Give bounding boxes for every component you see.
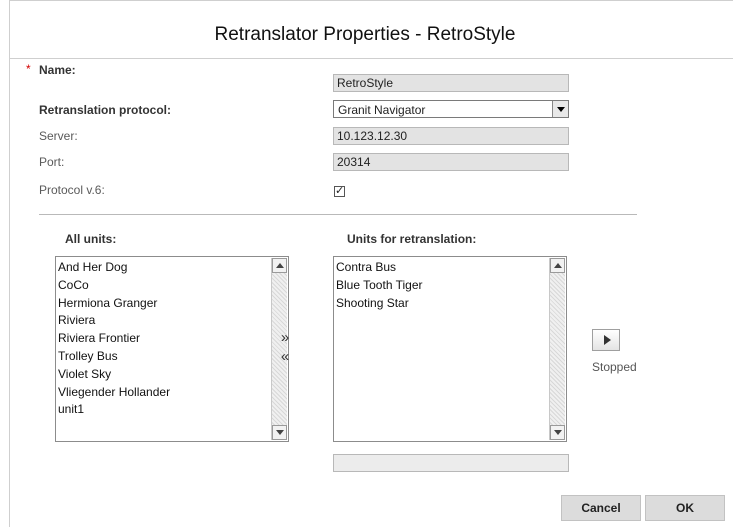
- list-item[interactable]: Contra Bus: [336, 259, 548, 277]
- all-units-list[interactable]: And Her Dog CoCo Hermiona Granger Riviera Ri…: [55, 256, 289, 442]
- all-units-header: All units:: [65, 232, 117, 246]
- list-item[interactable]: Violet Sky: [58, 366, 270, 384]
- add-to-retranslation-button[interactable]: »: [278, 329, 292, 346]
- progress-bar: [333, 454, 569, 472]
- cancel-button[interactable]: Cancel: [561, 495, 641, 521]
- name-label: Name:: [39, 63, 76, 77]
- list-item[interactable]: Riviera Frontier: [58, 330, 270, 348]
- ok-button[interactable]: OK: [645, 495, 725, 521]
- start-button[interactable]: [592, 329, 620, 351]
- scroll-up-arrow-icon[interactable]: [550, 258, 565, 273]
- remove-from-retranslation-button[interactable]: «: [278, 348, 292, 365]
- required-marker: *: [26, 62, 31, 76]
- retranslation-units-items: Contra Bus Blue Tooth Tiger Shooting Star: [336, 259, 548, 312]
- list-item[interactable]: Trolley Bus: [58, 348, 270, 366]
- scroll-down-arrow-icon[interactable]: [550, 425, 565, 440]
- protocol-label: Retranslation protocol:: [39, 103, 172, 117]
- list-item[interactable]: Hermiona Granger: [58, 295, 270, 313]
- dialog-title: Retranslator Properties - RetroStyle: [214, 24, 516, 45]
- list-item[interactable]: Blue Tooth Tiger: [336, 277, 548, 295]
- server-field[interactable]: 10.123.12.30: [333, 127, 569, 145]
- protocol-select-value: Granit Navigator: [338, 103, 426, 117]
- protocol-select[interactable]: Granit Navigator: [333, 100, 569, 118]
- list-item[interactable]: CoCo: [58, 277, 270, 295]
- port-field[interactable]: 20314: [333, 153, 569, 171]
- retranslation-units-list[interactable]: Contra Bus Blue Tooth Tiger Shooting Star: [333, 256, 567, 442]
- section-divider: [39, 214, 637, 215]
- list-item[interactable]: And Her Dog: [58, 259, 270, 277]
- name-field[interactable]: RetroStyle: [333, 74, 569, 92]
- scroll-down-arrow-icon[interactable]: [272, 425, 287, 440]
- list-item[interactable]: Shooting Star: [336, 295, 548, 313]
- play-icon: [604, 335, 611, 345]
- server-label: Server:: [39, 129, 78, 143]
- title-divider: [10, 58, 733, 59]
- scroll-up-arrow-icon[interactable]: [272, 258, 287, 273]
- protocol-v6-checkbox[interactable]: ✓: [334, 186, 345, 197]
- retranslation-units-header: Units for retranslation:: [347, 232, 477, 246]
- list-item[interactable]: Vliegender Hollander: [58, 384, 270, 402]
- retranslation-units-scrollbar[interactable]: [549, 258, 565, 440]
- list-item[interactable]: unit1: [58, 401, 270, 419]
- chevron-down-icon[interactable]: [552, 101, 568, 117]
- status-text: Stopped: [592, 360, 637, 374]
- list-item[interactable]: Riviera: [58, 312, 270, 330]
- port-label: Port:: [39, 155, 65, 169]
- protocol-v6-label: Protocol v.6:: [39, 183, 105, 197]
- all-units-items: And Her Dog CoCo Hermiona Granger Riviera Ri…: [58, 259, 270, 419]
